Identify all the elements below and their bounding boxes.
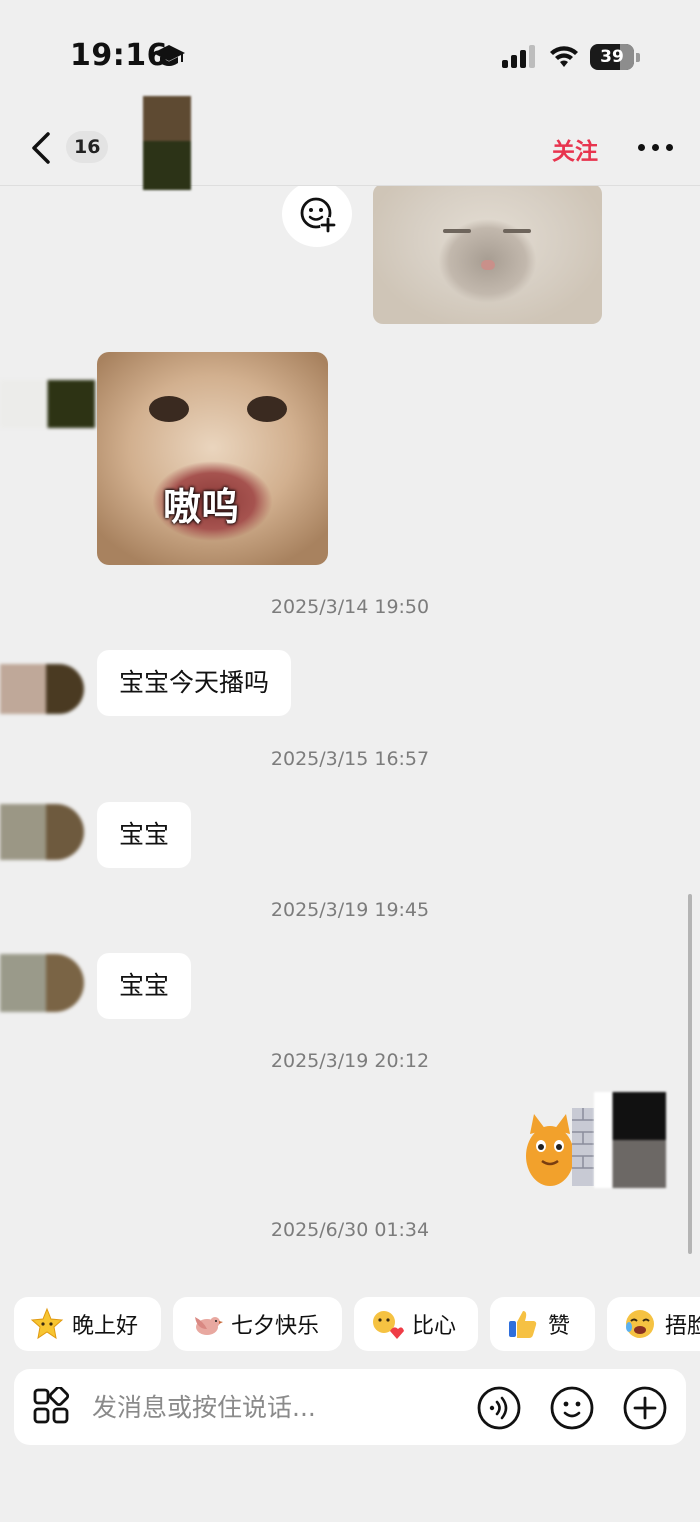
star-face-icon xyxy=(30,1307,64,1340)
magpie-icon xyxy=(195,1317,223,1335)
battery-cap xyxy=(636,53,640,62)
quick-reply-label: 赞 xyxy=(548,1314,571,1339)
cat-eye xyxy=(149,396,189,422)
wifi-icon xyxy=(550,46,578,67)
message-timestamp: 2025/3/19 20:12 xyxy=(270,1050,430,1072)
graduation-cap-icon xyxy=(153,45,185,66)
voice-input-icon[interactable] xyxy=(476,1385,522,1431)
emoji-icon[interactable] xyxy=(549,1385,595,1431)
plus-more-icon[interactable] xyxy=(622,1385,668,1431)
back-chevron-icon[interactable] xyxy=(24,126,60,170)
emoji-add-icon xyxy=(300,197,336,233)
quick-reply-label: 比心 xyxy=(412,1314,457,1339)
battery-indicator: 39 xyxy=(590,44,640,70)
message-timestamp: 2025/6/30 01:34 xyxy=(270,1219,430,1241)
sender-avatar[interactable] xyxy=(0,954,84,1012)
message-timestamp: 2025/3/14 19:50 xyxy=(270,596,430,618)
quick-reply-chip[interactable]: 晚上好 xyxy=(14,1297,161,1351)
facepalm-icon xyxy=(626,1310,654,1338)
contact-name[interactable] xyxy=(200,134,280,162)
contact-avatar[interactable] xyxy=(143,96,191,190)
apps-grid-icon[interactable] xyxy=(32,1387,72,1427)
quick-reply-label: 捂脸 xyxy=(665,1314,700,1339)
chat-header: 16 关注 xyxy=(0,96,700,190)
message-bubble[interactable]: 宝宝 xyxy=(97,953,192,1019)
message-timestamp: 2025/3/15 16:57 xyxy=(270,748,430,770)
faded-system-notice xyxy=(90,1274,620,1286)
status-bar: 19:16 39 xyxy=(0,0,700,110)
heart-hands-icon xyxy=(373,1311,404,1339)
message-bubble[interactable]: 宝宝 xyxy=(97,802,192,868)
sender-avatar[interactable] xyxy=(0,380,95,428)
battery-icon: 39 xyxy=(590,44,634,70)
message-timestamp: 2025/3/19 19:45 xyxy=(270,899,430,921)
quick-reply-chip[interactable]: 捂脸 xyxy=(607,1297,700,1351)
quick-reply-chip[interactable]: 七夕快乐 xyxy=(173,1297,342,1351)
quick-reply-chip[interactable]: 赞 xyxy=(490,1297,595,1351)
more-options-icon[interactable] xyxy=(636,132,676,162)
sender-avatar[interactable] xyxy=(0,664,84,714)
message-input[interactable] xyxy=(92,1387,462,1427)
thumbs-up-icon xyxy=(509,1311,537,1338)
message-input-bar xyxy=(14,1369,686,1445)
cat-nose xyxy=(481,260,495,270)
quick-reply-chip[interactable]: 比心 xyxy=(354,1297,478,1351)
my-avatar[interactable] xyxy=(594,1092,666,1188)
message-bubble[interactable]: 宝宝今天播吗 xyxy=(97,650,292,716)
sender-avatar[interactable] xyxy=(0,804,84,860)
cat-eye xyxy=(443,229,471,233)
cellular-signal-icon xyxy=(502,45,535,68)
message-list[interactable]: 嗷呜 2025/3/14 19:50 宝宝今天播吗 2025/3/15 16:5… xyxy=(0,186,700,1286)
sent-sticker-cat-image[interactable] xyxy=(373,186,602,324)
quick-reply-label: 晚上好 xyxy=(72,1314,139,1339)
received-sticker-cat-image[interactable]: 嗷呜 xyxy=(97,352,328,565)
quick-reply-label: 七夕快乐 xyxy=(231,1314,320,1339)
cat-eye xyxy=(247,396,287,422)
unread-count-badge[interactable]: 16 xyxy=(66,131,109,163)
cat-eye xyxy=(503,229,531,233)
battery-level: 39 xyxy=(600,47,624,67)
cat-peeking-wall-sticker[interactable] xyxy=(524,1106,596,1188)
follow-button[interactable]: 关注 xyxy=(552,132,598,166)
sticker-caption: 嗷呜 xyxy=(163,485,240,529)
quick-reply-bar: 晚上好 七夕快乐 比心 赞 捂脸 xyxy=(0,1297,700,1353)
scrollbar[interactable] xyxy=(688,894,692,1254)
add-sticker-button[interactable] xyxy=(282,186,352,247)
